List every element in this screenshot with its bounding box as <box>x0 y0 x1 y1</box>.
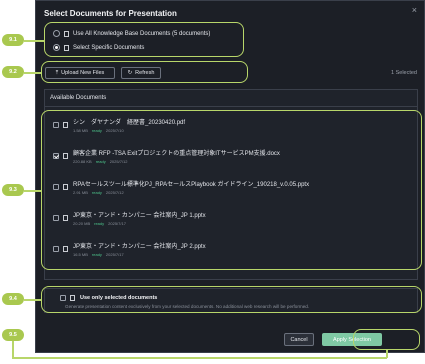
highlight-frame-9-1 <box>44 22 244 57</box>
highlight-frame-9-5 <box>353 329 420 350</box>
leader-line <box>24 40 44 42</box>
leader-line <box>12 341 14 358</box>
highlight-frame-9-2 <box>41 61 248 83</box>
leader-line <box>386 350 388 358</box>
leader-line <box>24 190 41 192</box>
cancel-button[interactable]: Cancel <box>284 333 314 346</box>
close-icon[interactable]: × <box>412 5 417 15</box>
highlight-frame-9-4 <box>41 286 422 313</box>
dialog-title: Select Documents for Presentation <box>44 9 177 18</box>
selected-count: 1 Selected <box>391 70 417 76</box>
callout-badge: 9.3 <box>2 184 24 196</box>
leader-line <box>24 299 41 301</box>
available-documents-heading: Available Documents <box>50 95 107 101</box>
leader-line <box>12 357 387 359</box>
callout-badge: 9.2 <box>2 66 24 78</box>
callout-badge: 9.1 <box>2 34 24 46</box>
highlight-frame-9-3 <box>41 110 422 270</box>
leader-line <box>24 72 41 74</box>
callout-badge: 9.4 <box>2 293 24 305</box>
callout-badge: 9.5 <box>2 329 24 341</box>
divider <box>45 106 417 107</box>
